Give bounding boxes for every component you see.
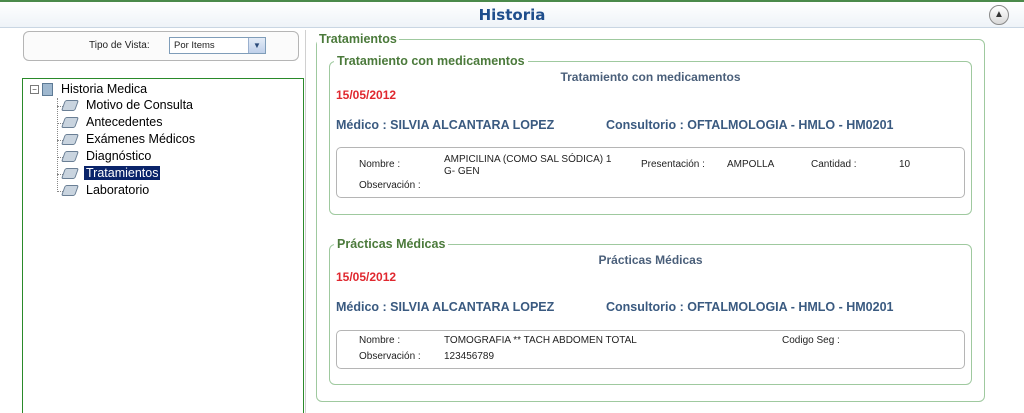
cantidad-label: Cantidad :	[811, 159, 857, 170]
observacion-label: Observación :	[359, 351, 421, 362]
document-icon	[42, 83, 53, 96]
medication-date: 15/05/2012	[336, 88, 397, 102]
pencil-icon	[60, 117, 80, 128]
codigo-seg-label: Codigo Seg :	[782, 335, 840, 346]
medication-detail: Nombre : AMPICILINA (COMO SAL SÓDICA) 1 …	[336, 147, 965, 198]
tree-item-label: Antecedentes	[86, 115, 163, 129]
treatments-legend: Tratamientos	[319, 32, 397, 46]
medication-consultorio: Consultorio : OFTALMOLOGIA - HMLO - HM02…	[606, 118, 894, 132]
medication-doctor: Médico : SILVIA ALCANTARA LOPEZ	[336, 118, 555, 132]
tree-root-label: Historia Medica	[61, 82, 148, 96]
pencil-icon	[60, 168, 80, 179]
pencil-icon	[60, 100, 80, 111]
practices-date: 15/05/2012	[336, 270, 397, 284]
chevron-down-icon[interactable]: ▼	[248, 38, 265, 53]
nombre-label: Nombre :	[359, 335, 401, 346]
observacion-value: 123456789	[444, 351, 495, 362]
tree-item-label: Motivo de Consulta	[86, 98, 194, 112]
tree-item-label: Exámenes Médicos	[86, 132, 196, 146]
cantidad-value: 10	[899, 159, 911, 170]
chevron-up-icon: ▲	[994, 9, 1004, 20]
presentacion-label: Presentación :	[641, 159, 705, 170]
page-title: Historia	[478, 6, 546, 24]
nombre-value-line1: AMPICILINA (COMO SAL SÓDICA) 1	[444, 154, 612, 165]
pencil-icon	[60, 185, 80, 196]
practices-detail: Nombre : TOMOGRAFIA ** TACH ABDOMEN TOTA…	[336, 330, 965, 369]
pencil-icon	[60, 134, 80, 145]
tree-item-label: Laboratorio	[86, 183, 150, 197]
collapse-button[interactable]: ▲	[989, 5, 1009, 25]
nombre-value-line2: G- GEN	[444, 166, 480, 177]
header-bar: Historia ▲	[0, 0, 1024, 28]
medication-title: Tratamiento con medicamentos	[560, 70, 741, 84]
view-type-value: Por Items	[174, 40, 215, 51]
tree-item-label: Tratamientos	[84, 166, 161, 180]
practices-title: Prácticas Médicas	[598, 253, 703, 267]
view-type-label: Tipo de Vista:	[89, 40, 150, 51]
pencil-icon	[60, 151, 80, 162]
view-type-select[interactable]: Por Items ▼	[169, 37, 266, 54]
history-tree: − Historia Medica Motivo de Consulta Ant…	[22, 78, 304, 413]
nombre-value: TOMOGRAFIA ** TACH ABDOMEN TOTAL	[444, 335, 637, 346]
view-type-box: Tipo de Vista: Por Items ▼	[23, 31, 299, 61]
practices-consultorio: Consultorio : OFTALMOLOGIA - HMLO - HM02…	[606, 300, 894, 314]
presentacion-value: AMPOLLA	[727, 159, 775, 170]
practices-doctor: Médico : SILVIA ALCANTARA LOPEZ	[336, 300, 555, 314]
tree-connector	[57, 98, 58, 190]
observacion-label: Observación :	[359, 180, 421, 191]
collapse-toggle-icon[interactable]: −	[30, 85, 39, 94]
treatments-content: Tratamientos Tratamiento con medicamento…	[316, 32, 988, 405]
nombre-label: Nombre :	[359, 159, 401, 170]
tree-item-label: Diagnóstico	[86, 149, 152, 163]
